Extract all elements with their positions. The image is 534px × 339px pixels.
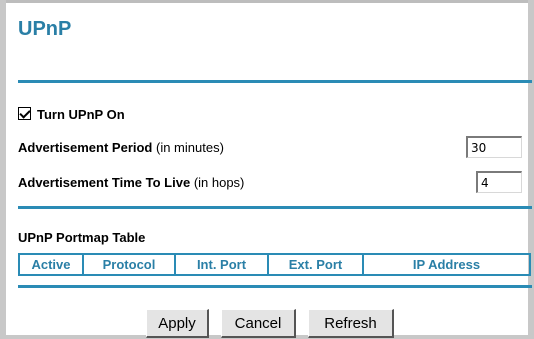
portmap-table-title: UPnP Portmap Table [18, 230, 146, 245]
col-protocol: Protocol [84, 255, 176, 274]
turn-upnp-on-text: Turn UPnP On [37, 107, 125, 122]
apply-button[interactable]: Apply [146, 309, 209, 338]
turn-upnp-on-label: Turn UPnP On [37, 107, 125, 122]
col-ip-address: IP Address [412, 257, 481, 272]
cancel-button[interactable]: Cancel [221, 309, 296, 338]
portmap-table: Active Protocol Int. Port Ext. Port IP A… [18, 253, 531, 276]
adv-ttl-unit: (in hops) [193, 175, 245, 190]
window-frame-right [528, 0, 534, 339]
upnp-panel: UPnP Turn UPnP On Advertisement Period (… [6, 3, 532, 338]
divider-top [18, 80, 532, 83]
refresh-button[interactable]: Refresh [308, 309, 394, 338]
adv-period-value: 30 [471, 141, 487, 155]
page-title: UPnP [18, 18, 72, 40]
divider-middle [18, 206, 532, 209]
adv-ttl-text: Advertisement Time To Live [18, 175, 191, 190]
adv-ttl-value: 4 [481, 176, 489, 190]
adv-ttl-input[interactable]: 4 [476, 171, 522, 193]
col-ext-port: Ext. Port [269, 255, 364, 274]
adv-ttl-label: Advertisement Time To Live (in hops) [18, 175, 244, 190]
col-active: Active [20, 255, 84, 274]
adv-period-label: Advertisement Period (in minutes) [18, 140, 224, 155]
turn-upnp-on-checkbox[interactable] [18, 107, 31, 120]
adv-period-unit: (in minutes) [156, 140, 224, 155]
adv-period-text: Advertisement Period [18, 140, 153, 155]
adv-period-input[interactable]: 30 [466, 136, 522, 158]
col-int-port: Int. Port [176, 255, 269, 274]
divider-bottom [18, 285, 532, 288]
